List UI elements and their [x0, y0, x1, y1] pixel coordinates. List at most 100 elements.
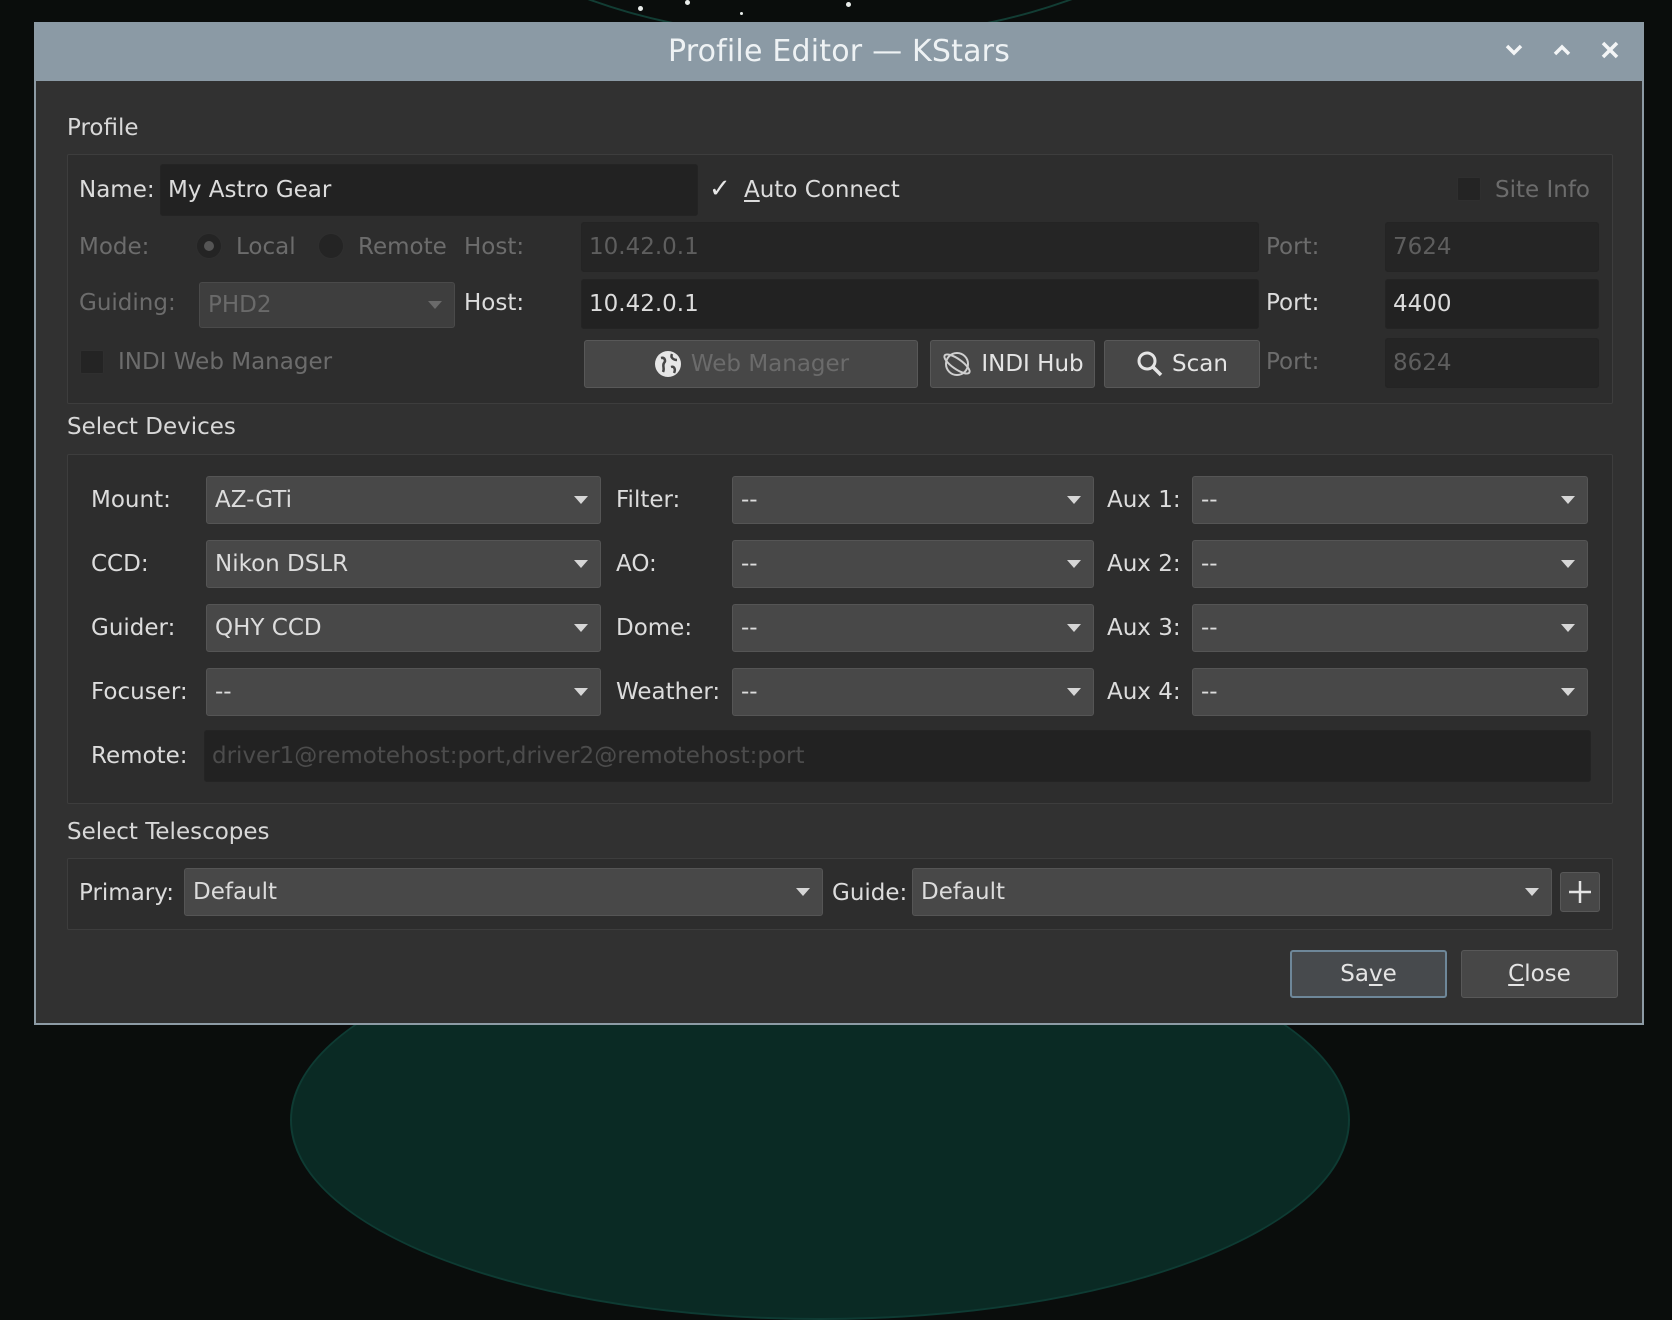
- chevron-up-icon: [1553, 44, 1571, 56]
- window-title: Profile Editor — KStars: [667, 34, 1011, 69]
- chevron-down-icon: [574, 560, 588, 568]
- close-icon: [1601, 41, 1619, 59]
- ao-select-value: --: [741, 551, 758, 577]
- aux3-select-value: --: [1201, 615, 1218, 641]
- web-port-label: Port:: [1266, 349, 1320, 375]
- guide-host-input[interactable]: 10.42.0.1: [581, 279, 1259, 329]
- chevron-down-icon: [1067, 688, 1081, 696]
- minimize-button[interactable]: [1500, 34, 1528, 66]
- maximize-button[interactable]: [1548, 34, 1576, 66]
- title-bar[interactable]: Profile Editor — KStars: [36, 22, 1642, 81]
- guider-select[interactable]: QHY CCD: [206, 604, 601, 652]
- chevron-down-icon: [1505, 44, 1523, 56]
- save-button-label: Save: [1340, 961, 1397, 987]
- focuser-label: Focuser:: [91, 679, 188, 705]
- aux1-select[interactable]: --: [1192, 476, 1588, 524]
- close-button[interactable]: Close: [1461, 950, 1618, 998]
- guider-label: Guider:: [91, 615, 176, 641]
- name-input[interactable]: My Astro Gear: [160, 164, 698, 216]
- chevron-down-icon: [574, 624, 588, 632]
- aux2-select[interactable]: --: [1192, 540, 1588, 588]
- filter-select-value: --: [741, 487, 758, 513]
- dome-label: Dome:: [616, 615, 693, 641]
- auto-connect-label[interactable]: Auto Connect: [744, 177, 900, 203]
- ccd-select[interactable]: Nikon DSLR: [206, 540, 601, 588]
- chevron-down-icon: [1561, 496, 1575, 504]
- mount-label: Mount:: [91, 487, 171, 513]
- globe-icon: [654, 351, 681, 377]
- add-telescope-button[interactable]: [1560, 872, 1600, 912]
- ao-select[interactable]: --: [732, 540, 1094, 588]
- aux2-select-value: --: [1201, 551, 1218, 577]
- web-manager-button[interactable]: Web Manager: [584, 340, 918, 388]
- aux4-label: Aux 4:: [1107, 679, 1181, 705]
- scan-button[interactable]: Scan: [1104, 340, 1260, 388]
- close-button-label: Close: [1508, 961, 1571, 987]
- chevron-down-icon: [1561, 688, 1575, 696]
- host-input[interactable]: 10.42.0.1: [581, 222, 1259, 272]
- planet-icon: [943, 352, 971, 376]
- indi-hub-button-label: INDI Hub: [981, 351, 1084, 377]
- site-info-checkbox[interactable]: [1457, 177, 1481, 201]
- telescopes-section-label: Select Telescopes: [67, 819, 270, 845]
- dome-select[interactable]: --: [732, 604, 1094, 652]
- site-info-label: Site Info: [1495, 177, 1590, 203]
- host-label: Host:: [464, 234, 525, 260]
- remote-label: Remote:: [91, 743, 188, 769]
- chevron-down-icon: [796, 888, 810, 896]
- weather-select[interactable]: --: [732, 668, 1094, 716]
- primary-telescope-value: Default: [193, 879, 278, 905]
- aux3-select[interactable]: --: [1192, 604, 1588, 652]
- background-star: [638, 6, 643, 11]
- indi-hub-button[interactable]: INDI Hub: [930, 340, 1095, 388]
- search-icon: [1137, 351, 1163, 377]
- guide-port-input[interactable]: 4400: [1385, 279, 1599, 329]
- auto-connect-checkbox[interactable]: ✓: [709, 174, 731, 204]
- ao-label: AO:: [616, 551, 657, 577]
- close-window-button[interactable]: [1596, 34, 1624, 66]
- weather-select-value: --: [741, 679, 758, 705]
- devices-section-label: Select Devices: [67, 414, 236, 440]
- focuser-select[interactable]: --: [206, 668, 601, 716]
- web-port-input[interactable]: 8624: [1385, 338, 1599, 388]
- background-star: [846, 2, 851, 7]
- mode-local-radio[interactable]: [196, 233, 222, 259]
- chevron-down-icon: [574, 688, 588, 696]
- name-label: Name:: [79, 177, 155, 203]
- mount-select[interactable]: AZ-GTi: [206, 476, 601, 524]
- focuser-select-value: --: [215, 679, 232, 705]
- remote-drivers-input[interactable]: [204, 730, 1591, 782]
- chevron-down-icon: [1067, 560, 1081, 568]
- guiding-label: Guiding:: [79, 290, 176, 316]
- chevron-down-icon: [428, 301, 442, 309]
- port-label: Port:: [1266, 234, 1320, 260]
- mode-local-label: Local: [236, 234, 296, 260]
- primary-telescope-select[interactable]: Default: [184, 868, 823, 916]
- mount-select-value: AZ-GTi: [215, 487, 292, 513]
- background-star: [685, 0, 690, 5]
- aux1-label: Aux 1:: [1107, 487, 1181, 513]
- guiding-select[interactable]: PHD2: [199, 282, 455, 328]
- guide-telescope-select[interactable]: Default: [912, 868, 1552, 916]
- dome-select-value: --: [741, 615, 758, 641]
- save-button[interactable]: Save: [1290, 950, 1447, 998]
- weather-label: Weather:: [616, 679, 721, 705]
- mode-remote-label: Remote: [358, 234, 447, 260]
- web-manager-button-label: Web Manager: [690, 351, 850, 377]
- guide-host-label: Host:: [464, 290, 525, 316]
- guiding-select-value: PHD2: [208, 292, 272, 318]
- guider-select-value: QHY CCD: [215, 615, 322, 641]
- guide-telescope-label: Guide:: [832, 880, 908, 906]
- port-input[interactable]: 7624: [1385, 222, 1599, 272]
- aux1-select-value: --: [1201, 487, 1218, 513]
- profile-section-label: Profile: [67, 115, 139, 141]
- aux4-select[interactable]: --: [1192, 668, 1588, 716]
- scan-button-label: Scan: [1172, 351, 1228, 377]
- filter-select[interactable]: --: [732, 476, 1094, 524]
- mode-remote-radio[interactable]: [318, 233, 344, 259]
- chevron-down-icon: [1525, 888, 1539, 896]
- guide-telescope-value: Default: [921, 879, 1006, 905]
- indi-web-manager-checkbox[interactable]: [80, 350, 104, 374]
- chevron-down-icon: [1067, 496, 1081, 504]
- aux3-label: Aux 3:: [1107, 615, 1181, 641]
